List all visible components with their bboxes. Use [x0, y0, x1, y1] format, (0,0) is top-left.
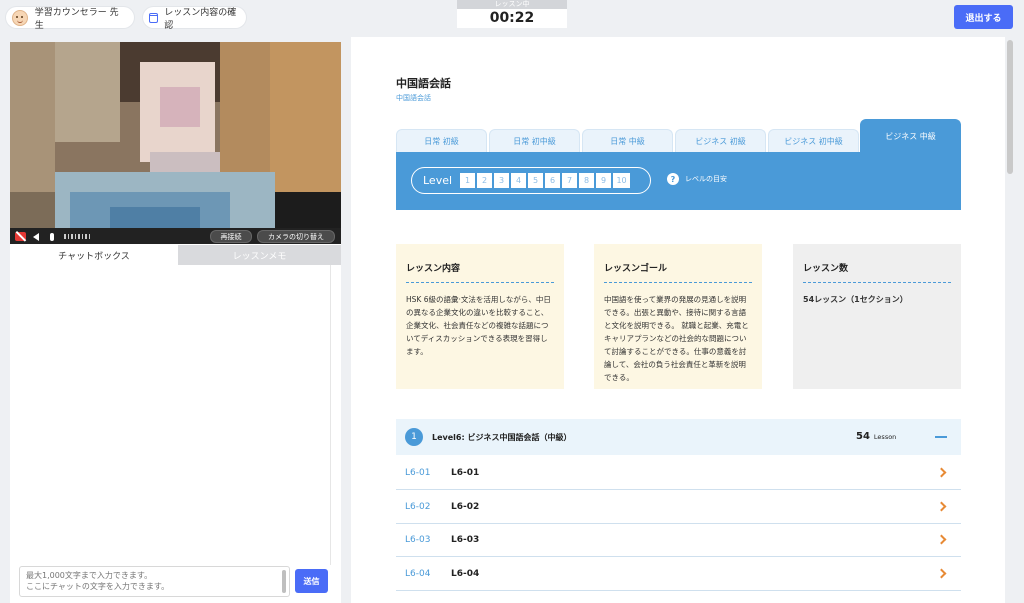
lesson-count-card: レッスン数 54レッスン（1セクション）	[793, 244, 961, 389]
lesson-row[interactable]: L6-04 L6-04	[396, 557, 961, 591]
avatar	[12, 9, 28, 26]
level-section-header[interactable]: 1 Level6: ビジネス中国語会話（中級） 54 Lesson	[396, 419, 961, 455]
lesson-row[interactable]: L6-01 L6-01	[396, 456, 961, 490]
lesson-row[interactable]: L6-02 L6-02	[396, 490, 961, 524]
lesson-name: L6-01	[451, 467, 480, 478]
level-5[interactable]: 5	[528, 173, 544, 188]
tab-business-pre-intermediate[interactable]: ビジネス 初中級	[768, 129, 859, 153]
lesson-content-panel: 中国語会話 中国語会話 日常 初級 日常 初中級 日常 中級 ビジネス 初級 ビ…	[351, 37, 1005, 603]
left-tabs: チャットボックス レッスンメモ	[10, 245, 341, 265]
chevron-right-icon	[936, 501, 947, 512]
counselor-name: 学習カウンセラー 先生	[34, 7, 119, 31]
lesson-name: L6-03	[451, 534, 480, 545]
lesson-goal-card: レッスンゴール 中国語を使って業界の発展の見通しを説明できる。出張と異動や、接待…	[594, 244, 762, 389]
chevron-right-icon	[936, 568, 947, 579]
lesson-code: L6-01	[405, 467, 431, 478]
level-4[interactable]: 4	[511, 173, 527, 188]
level-2[interactable]: 2	[477, 173, 493, 188]
chat-message-area	[10, 265, 331, 565]
timer-value: 00:22	[489, 10, 535, 26]
lesson-check-label: レッスン内容の確認	[164, 7, 237, 31]
level-guide-label: レベルの目安	[685, 175, 727, 183]
tab-lesson-memo[interactable]: レッスンメモ	[178, 245, 341, 265]
counselor-badge[interactable]: 学習カウンセラー 先生	[6, 7, 134, 31]
scrollbar-thumb[interactable]	[1007, 40, 1013, 174]
card-body: 中国語を使って業界の発展の見通しを説明できる。出張と異動や、接待に関する言語と文…	[604, 295, 749, 382]
video-controls: 再接続 カメラの切り替え	[10, 228, 341, 244]
level-9[interactable]: 9	[596, 173, 612, 188]
page-scrollbar[interactable]	[1007, 37, 1013, 603]
section-title: Level6: ビジネス中国語会話（中級）	[432, 432, 572, 442]
audio-level-meter	[64, 234, 90, 239]
tab-daily-intermediate[interactable]: 日常 中級	[582, 129, 673, 153]
course-breadcrumb[interactable]: 中国語会話	[396, 93, 431, 103]
course-title: 中国語会話	[396, 77, 451, 90]
level-selector-bar: Level 1 2 3 4 5 6 7 8 9 10 ? レベルの目安	[396, 152, 961, 210]
lesson-name: L6-02	[451, 501, 480, 512]
tab-daily-pre-intermediate[interactable]: 日常 初中級	[489, 129, 580, 153]
lesson-row[interactable]: L6-03 L6-03	[396, 523, 961, 557]
section-number: 1	[405, 428, 423, 446]
switch-camera-button[interactable]: カメラの切り替え	[257, 230, 335, 243]
top-bar: 学習カウンセラー 先生 レッスン内容の確認 レッスン中 00:22 退出する	[0, 0, 1024, 37]
level-selector: Level 1 2 3 4 5 6 7 8 9 10	[411, 167, 651, 194]
timer-label: レッスン中	[457, 0, 567, 9]
collapse-icon[interactable]	[935, 436, 947, 438]
level-tabs: 日常 初級 日常 初中級 日常 中級 ビジネス 初級 ビジネス 初中級 ビジネス…	[396, 119, 961, 153]
lesson-code: L6-04	[405, 568, 431, 579]
tab-business-intermediate[interactable]: ビジネス 中級	[860, 119, 961, 153]
chat-input-scrollbar[interactable]	[282, 570, 286, 593]
exit-button[interactable]: 退出する	[954, 5, 1013, 29]
chevron-right-icon	[936, 467, 947, 478]
lesson-content-card: レッスン内容 HSK 6級の語彙·文法を活用しながら、中日の異なる企業文化の違い…	[396, 244, 564, 389]
microphone-icon[interactable]	[46, 231, 58, 243]
send-button[interactable]: 送信	[295, 569, 328, 593]
lesson-timer: レッスン中 00:22	[457, 0, 567, 28]
pixelated-video-image	[10, 42, 341, 228]
level-1[interactable]: 1	[460, 173, 476, 188]
lesson-code: L6-03	[405, 534, 431, 545]
level-guide-link[interactable]: ? レベルの目安	[667, 173, 727, 185]
lesson-code: L6-02	[405, 501, 431, 512]
card-body: HSK 6級の語彙·文法を活用しながら、中日の異なる企業文化の違いを比較すること…	[406, 295, 551, 356]
calendar-icon	[149, 12, 159, 23]
tab-business-beginner[interactable]: ビジネス 初級	[675, 129, 766, 153]
help-icon: ?	[667, 173, 679, 185]
lesson-check-button[interactable]: レッスン内容の確認	[143, 7, 246, 31]
video-feed: 再接続 カメラの切り替え	[10, 42, 341, 244]
left-column: 再接続 カメラの切り替え チャットボックス レッスンメモ 送信	[10, 42, 341, 603]
level-6[interactable]: 6	[545, 173, 561, 188]
level-10[interactable]: 10	[613, 173, 631, 188]
lesson-count: 54 Lesson	[856, 431, 897, 442]
card-title: レッスン内容	[406, 261, 554, 283]
level-8[interactable]: 8	[579, 173, 595, 188]
camera-off-icon[interactable]	[14, 231, 26, 243]
level-label: Level	[423, 174, 453, 187]
chat-input-box	[19, 566, 290, 597]
speaker-icon[interactable]	[30, 231, 42, 243]
card-title: レッスン数	[803, 261, 951, 283]
chevron-right-icon	[936, 534, 947, 545]
card-body: 54レッスン（1セクション）	[803, 295, 908, 304]
level-7[interactable]: 7	[562, 173, 578, 188]
tab-chat-box[interactable]: チャットボックス	[10, 245, 178, 265]
lesson-name: L6-04	[451, 568, 480, 579]
reconnect-button[interactable]: 再接続	[210, 230, 252, 243]
tab-daily-beginner[interactable]: 日常 初級	[396, 129, 487, 153]
chat-input[interactable]	[26, 570, 283, 593]
card-title: レッスンゴール	[604, 261, 752, 283]
level-3[interactable]: 3	[494, 173, 510, 188]
